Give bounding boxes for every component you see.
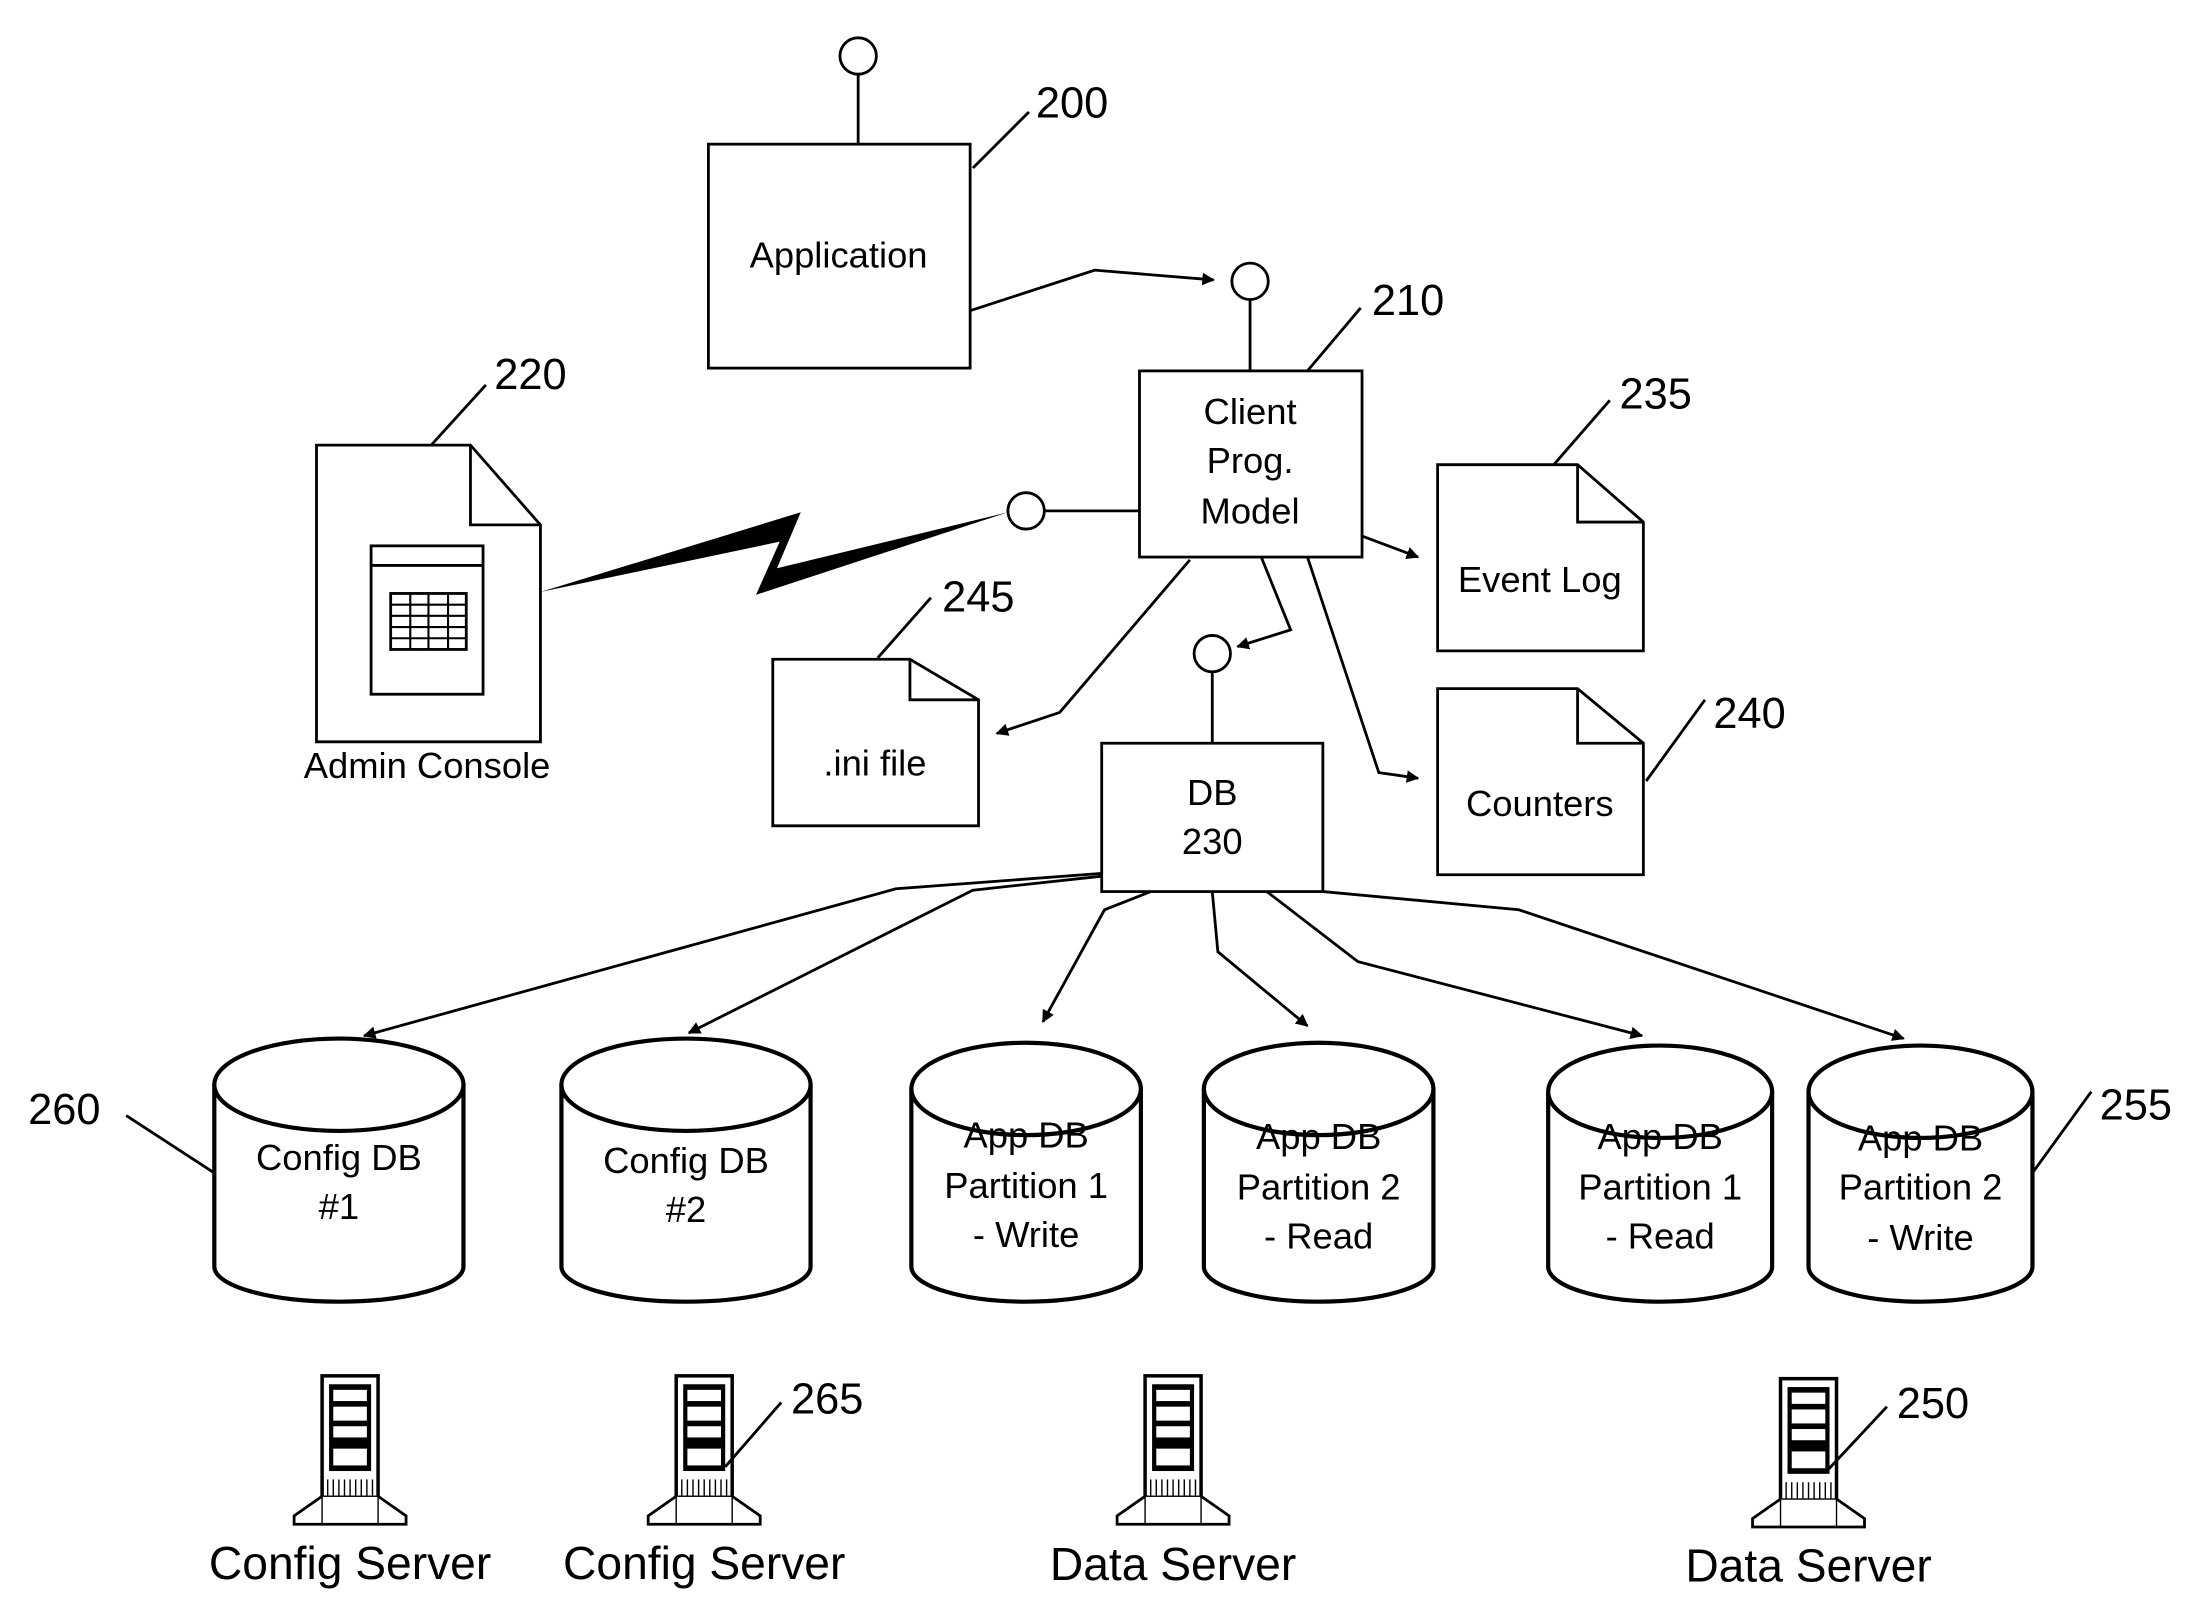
ref-250: 250 xyxy=(1897,1380,1969,1428)
db-label: #2 xyxy=(666,1189,706,1230)
server-icon xyxy=(1750,1376,1867,1529)
admin-console-node[interactable]: Admin Console xyxy=(304,443,551,786)
ini-file-node[interactable]: .ini file xyxy=(771,657,980,828)
server-icon xyxy=(292,1374,408,1526)
server-label: Data Server xyxy=(1050,1538,1296,1590)
db-label: - Write xyxy=(1867,1217,1973,1258)
ref-235-leader xyxy=(1552,399,1611,466)
admin-console-label: Admin Console xyxy=(304,745,551,786)
db-label-line2: 230 xyxy=(1182,821,1243,862)
app-db-partition2-write[interactable]: App DB Partition 2 - Write xyxy=(1806,1043,2035,1304)
ref-240: 240 xyxy=(1713,690,1785,738)
server-label: Config Server xyxy=(209,1537,491,1589)
config-db-1[interactable]: Config DB #1 xyxy=(212,1036,466,1304)
db-node[interactable]: DB 230 xyxy=(1100,741,1325,893)
db-label: Partition 1 xyxy=(944,1165,1108,1206)
db-label: Partition 1 xyxy=(1578,1167,1742,1208)
client-label-line1: Client xyxy=(1204,391,1297,432)
db-label: App DB xyxy=(1256,1116,1381,1157)
db-label-line1: DB xyxy=(1187,772,1238,813)
ref-200-leader xyxy=(971,110,1030,169)
db-label: - Write xyxy=(973,1214,1079,1255)
db-label: App DB xyxy=(963,1115,1088,1156)
application-to-client-connector xyxy=(969,268,1215,313)
application-interface-lollipop xyxy=(838,36,878,76)
server-label: Config Server xyxy=(563,1537,845,1589)
network-link-lightning-icon xyxy=(540,512,1008,595)
ref-265: 265 xyxy=(791,1376,863,1424)
ref-260-leader xyxy=(125,1114,216,1175)
server-label: Data Server xyxy=(1685,1540,1931,1592)
counters-node[interactable]: Counters xyxy=(1436,687,1645,877)
client-to-event-log-connector xyxy=(1361,534,1420,559)
config-server-1[interactable]: Config Server xyxy=(209,1374,491,1589)
admin-interface-lollipop xyxy=(1006,491,1046,531)
db-interface-lollipop xyxy=(1192,634,1232,674)
ref-245-leader xyxy=(876,596,932,659)
client-interface-lollipop xyxy=(1230,261,1270,301)
config-db-2[interactable]: Config DB #2 xyxy=(559,1036,813,1304)
application-node[interactable]: Application xyxy=(706,36,972,370)
client-to-ini-connector xyxy=(995,558,1191,736)
architecture-diagram: Application 200 Client Prog. Model 210 A… xyxy=(28,36,2172,1592)
spreadsheet-grid-icon xyxy=(389,592,468,651)
db-to-appdb-p1w-connector xyxy=(1041,890,1152,1023)
ref-210-leader xyxy=(1306,307,1362,372)
db-label: Config DB xyxy=(256,1137,422,1178)
database-row: Config DB #1 Config DB #2 App DB Partiti… xyxy=(212,1036,2035,1304)
db-label: - Read xyxy=(1264,1215,1373,1256)
ini-file-label: .ini file xyxy=(823,742,926,783)
ref-245: 245 xyxy=(942,574,1014,622)
client-prog-model-node[interactable]: Client Prog. Model xyxy=(1138,369,1364,559)
app-db-partition2-read[interactable]: App DB Partition 2 - Read xyxy=(1201,1040,1436,1304)
event-log-node[interactable]: Event Log xyxy=(1436,463,1645,653)
db-to-appdb-p2w-connector xyxy=(1322,890,1905,1041)
app-db-partition1-read[interactable]: App DB Partition 1 - Read xyxy=(1546,1043,1775,1304)
event-log-label: Event Log xyxy=(1458,559,1622,600)
counters-label: Counters xyxy=(1466,783,1614,824)
ref-210: 210 xyxy=(1372,277,1444,325)
db-to-configdb2-connector xyxy=(687,874,1102,1035)
client-label-line3: Model xyxy=(1201,490,1300,531)
ref-255: 255 xyxy=(2100,1082,2172,1130)
ref-220: 220 xyxy=(494,351,566,399)
client-to-db-connector xyxy=(1236,556,1293,650)
db-label: Partition 2 xyxy=(1839,1167,2003,1208)
db-label: App DB xyxy=(1858,1118,1983,1159)
server-icon xyxy=(1115,1374,1231,1526)
server-icon xyxy=(646,1374,762,1526)
db-label: #1 xyxy=(319,1186,359,1227)
db-label: - Read xyxy=(1606,1215,1715,1256)
app-db-partition1-write[interactable]: App DB Partition 1 - Write xyxy=(909,1040,1143,1304)
db-label: App DB xyxy=(1597,1116,1722,1157)
db-label: Config DB xyxy=(603,1140,769,1181)
client-label-line2: Prog. xyxy=(1207,440,1294,481)
ref-200: 200 xyxy=(1036,80,1108,128)
db-to-appdb-p1r-connector xyxy=(1266,890,1644,1039)
ref-240-leader xyxy=(1645,699,1707,782)
data-server-1[interactable]: Data Server xyxy=(1050,1374,1296,1590)
data-server-2[interactable]: Data Server xyxy=(1685,1376,1932,1592)
ref-220-leader xyxy=(430,383,487,447)
ref-260: 260 xyxy=(28,1086,100,1134)
db-label: Partition 2 xyxy=(1237,1167,1401,1208)
ref-235: 235 xyxy=(1620,371,1692,419)
ref-255-leader xyxy=(2031,1090,2093,1174)
application-label: Application xyxy=(750,234,928,275)
db-fanout-connectors xyxy=(362,871,1905,1041)
